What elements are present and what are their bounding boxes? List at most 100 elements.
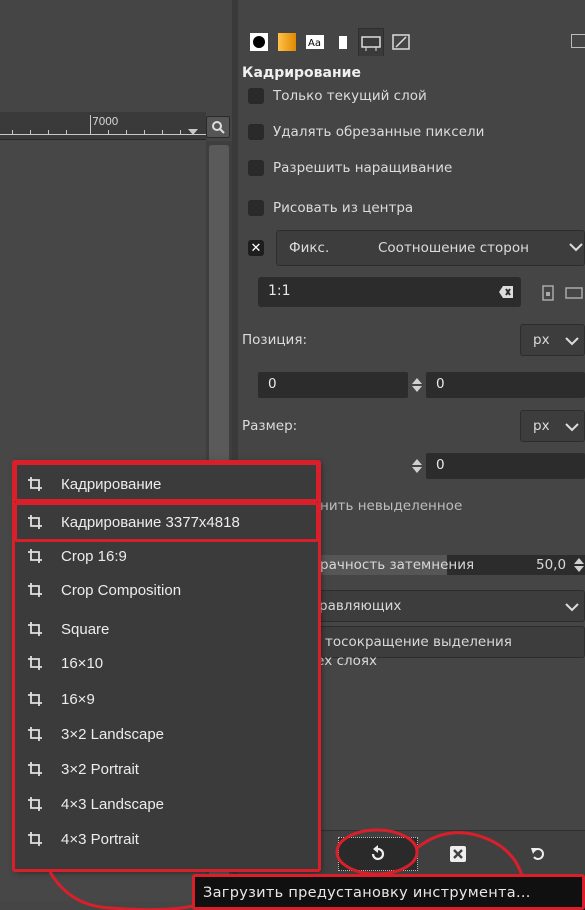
fixed-aspect-row: ✕ Фикс. Соотношение сторон [244,230,585,266]
ruler-tick [66,130,67,135]
checkbox-label: Только текущий слой [273,88,427,104]
checkbox-box[interactable] [248,160,264,176]
preset-item[interactable]: Square [15,612,318,646]
tab-device-status[interactable] [388,28,414,56]
ruler-tick [108,130,109,135]
fixed-checkbox[interactable]: ✕ [248,240,264,256]
portrait-icon[interactable] [538,283,558,303]
preset-item-label: 3×2 Portrait [61,760,139,778]
preset-item[interactable]: Кадрирование 3377x4818 [15,505,318,539]
crop-icon [28,762,42,776]
unit-value: px [533,332,550,348]
crop-icon [28,656,42,670]
tab-gradients[interactable] [274,28,300,56]
landscape-icon[interactable] [564,283,584,303]
ruler-tick [48,130,49,135]
crop-icon [28,797,42,811]
restore-preset-icon [371,845,385,861]
tab-menu-icon[interactable] [571,34,585,48]
position-unit-combo[interactable]: px [520,324,585,356]
ruler-tick-major [90,115,91,135]
reset-options-button[interactable] [498,837,578,871]
opacity-label: рачность затемнения [320,557,475,573]
dock-tabbar: Aa [238,24,585,60]
checkbox-label: Разрешить наращивание [273,160,453,176]
tab-brushes[interactable] [246,28,272,56]
horizontal-ruler[interactable]: 7000 [0,112,206,140]
allow-growing-checkbox[interactable]: Разрешить наращивание [248,160,452,176]
preset-item[interactable]: 16×9 [15,682,318,716]
ruler-tick [30,130,31,135]
tab-tool-options[interactable] [358,28,384,56]
ruler-tick [162,130,163,135]
preset-item[interactable]: 16×10 [15,646,318,680]
reset-options-icon [531,848,544,860]
toolbar-area [0,0,232,112]
preset-item-label: 3×2 Landscape [61,725,165,743]
spin-arrows-icon[interactable] [411,372,423,398]
all-layers-label: ех слоях [316,653,378,669]
preset-item[interactable]: 4×3 Landscape [15,787,318,821]
highlight-option-label: нить невыделенное [320,498,463,514]
highlight-opacity-slider[interactable]: рачность затемнения 50,0 [308,555,585,575]
preset-item[interactable]: 3×2 Landscape [15,717,318,751]
preset-item-label: 16×9 [61,690,95,708]
delete-preset-button[interactable] [418,837,498,871]
spin-arrows-icon[interactable] [411,453,423,479]
delete-preset-icon [450,846,466,862]
preset-item-label: Square [61,620,110,638]
gradient-tab-icon [278,33,296,51]
preset-item-label: Crop Composition [61,581,182,599]
checkbox-box[interactable] [248,124,264,140]
restore-preset-button[interactable] [338,837,418,871]
size-h-input[interactable]: 0 [426,453,585,479]
preset-item-label: 4×3 Landscape [61,795,165,813]
fixed-mode-combo[interactable]: Фикс. Соотношение сторон [276,230,585,266]
checkbox-box[interactable] [248,88,264,104]
ruler-tick [144,130,145,135]
position-x-input[interactable]: 0 [258,372,408,398]
preset-item[interactable]: Crop 16:9 [15,539,318,573]
font-tab-icon: Aa [306,35,324,49]
ruler-pointer-icon [188,129,198,135]
tab-paint[interactable] [330,28,356,56]
tab-fonts[interactable]: Aa [302,28,328,56]
clear-entry-icon[interactable] [496,282,516,302]
preset-item-label: Кадрирование 3377x4818 [61,513,240,531]
chevron-down-icon [569,243,583,252]
zoom-button[interactable] [206,116,230,138]
aspect-ratio-input[interactable]: 1:1 [258,277,521,307]
auto-shrink-label: тосокращение выделения [325,634,512,650]
device-status-tab-icon [392,34,410,50]
crop-icon [28,622,42,636]
paint-tab-icon [339,36,347,49]
tool-options-tab-icon [361,35,381,51]
chevron-down-icon [565,603,579,612]
preset-item[interactable]: Crop Composition [15,573,318,607]
chevron-down-icon [565,337,579,346]
tool-preset-menu: Кадрирование Кадрирование 3377x4818 Crop… [14,461,319,870]
preset-item-label: Кадрирование [61,475,162,493]
expand-from-center-checkbox[interactable]: Рисовать из центра [248,200,413,216]
guides-combo[interactable]: равляющих [308,590,585,622]
crop-icon [28,515,42,529]
brush-tab-icon [250,33,268,51]
checkbox-box[interactable] [248,200,264,216]
ruler-tick [126,130,127,135]
spin-arrows-icon[interactable] [573,552,585,578]
preset-item[interactable]: Кадрирование [15,467,318,501]
size-unit-combo[interactable]: px [520,410,585,442]
ruler-tick [180,130,181,135]
position-y-input[interactable]: 0 [426,372,585,398]
preset-item[interactable]: 4×3 Portrait [15,822,318,856]
ruler-label: 7000 [92,115,119,128]
crop-icon [28,727,42,741]
crop-icon [28,477,42,491]
tool-options-title: Кадрирование [242,65,361,81]
fixed-label: Фикс. [289,240,330,256]
crop-icon [28,692,42,706]
delete-cropped-checkbox[interactable]: Удалять обрезанные пиксели [248,124,484,140]
only-current-layer-checkbox[interactable]: Только текущий слой [248,88,427,104]
chevron-down-icon [565,423,579,432]
preset-item[interactable]: 3×2 Portrait [15,752,318,786]
